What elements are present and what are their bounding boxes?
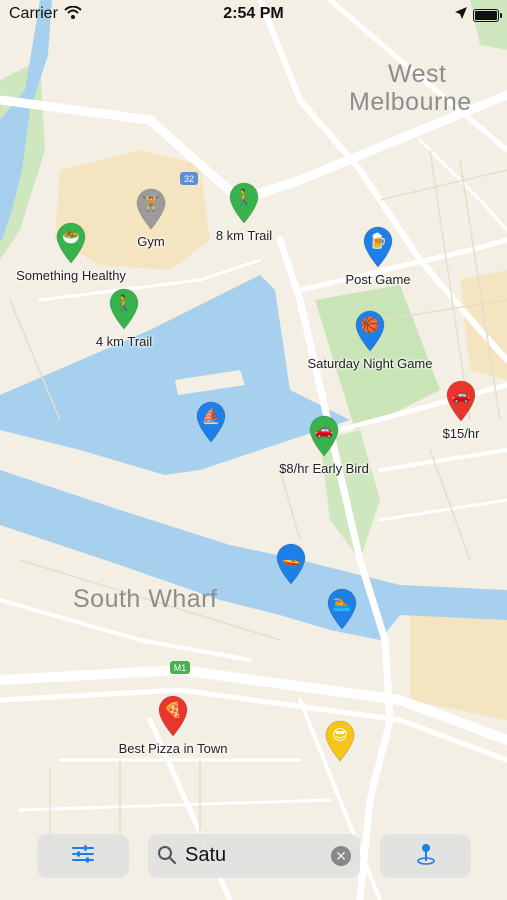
search-field[interactable]: Satu ✕: [148, 834, 360, 878]
location-pin-icon: [416, 842, 436, 871]
map-pin-label: Saturday Night Game: [307, 356, 433, 371]
map-pin-label: 8 km Trail: [215, 228, 273, 243]
status-bar: Carrier 2:54 PM: [0, 0, 507, 28]
area-label-west: West: [388, 60, 447, 88]
road-shield-32: 32: [180, 172, 198, 185]
clear-circle-icon[interactable]: ✕: [331, 846, 351, 866]
bottom-toolbar: Satu ✕: [0, 826, 507, 900]
location-button[interactable]: [380, 834, 471, 878]
svg-text:M1: M1: [174, 663, 187, 673]
basketball-icon: 🏀: [360, 317, 380, 334]
magnifier-icon: [157, 845, 177, 870]
road-shield-m1: M1: [170, 661, 190, 674]
walker-icon: 🚶: [234, 189, 254, 206]
sailboat-icon: ⛵: [201, 408, 221, 425]
speedboat-icon: 🚤: [281, 550, 301, 567]
search-input[interactable]: Satu: [185, 844, 226, 867]
sunglasses-face-icon: 😎: [332, 727, 348, 744]
map-pin-label: 4 km Trail: [95, 334, 153, 349]
filter-button[interactable]: [37, 834, 129, 878]
battery-icon: [473, 8, 502, 22]
map-pin-label: $15/hr: [442, 426, 480, 441]
map-pin-label: $8/hr Early Bird: [279, 461, 369, 476]
wifi-icon: [64, 5, 82, 24]
map-pin-label: Best Pizza in Town: [118, 741, 228, 756]
map-pin-label: Something Healthy: [16, 268, 126, 283]
swimmer-icon: 🏊: [332, 595, 352, 612]
svg-text:32: 32: [184, 174, 194, 184]
location-arrow-icon: [455, 6, 467, 24]
map-pin-label: Post Game: [345, 272, 411, 287]
dumbbell-icon: 🏋: [141, 195, 161, 212]
salad-icon: 🥗: [61, 229, 81, 246]
map[interactable]: 32 M1: [0, 0, 507, 900]
sliders-icon: [72, 845, 94, 868]
beer-icon: 🍺: [368, 233, 388, 250]
car-icon: 🚗: [314, 422, 334, 439]
car-icon: 🚗: [451, 387, 471, 404]
walker-icon: 🚶: [114, 295, 134, 312]
area-label-south-wharf: South Wharf: [73, 585, 218, 613]
area-label-melbourne: Melbourne: [349, 88, 472, 116]
pizza-icon: 🍕: [163, 702, 183, 719]
